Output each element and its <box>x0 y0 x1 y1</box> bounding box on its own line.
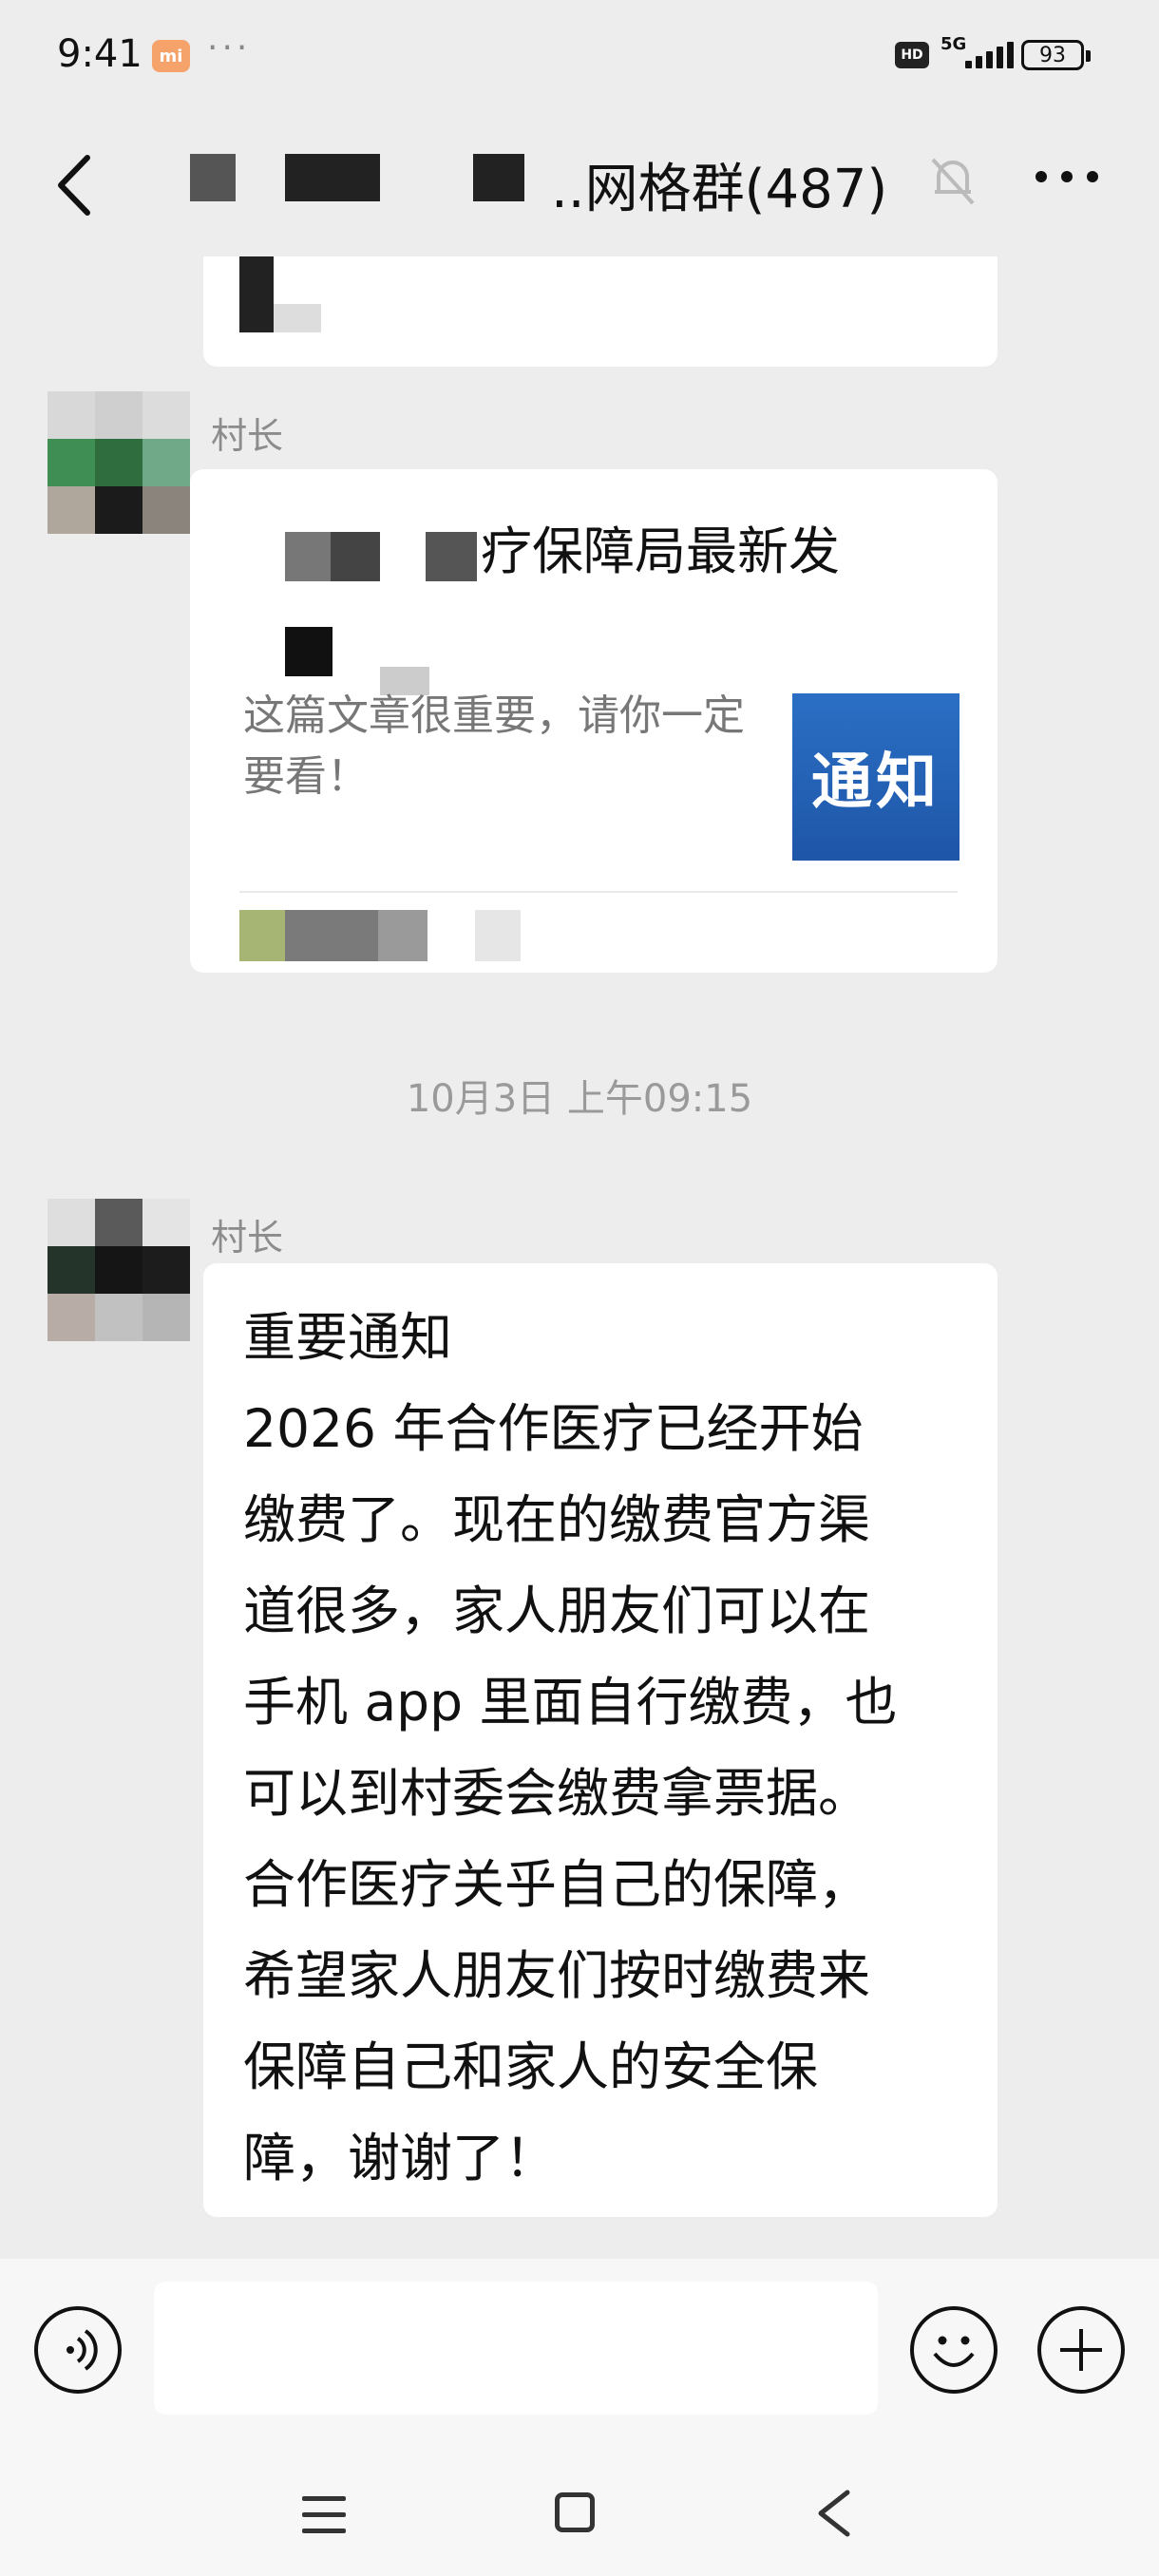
more-functions-button[interactable] <box>1037 2306 1125 2394</box>
voice-input-button[interactable] <box>34 2306 122 2394</box>
recent-apps-icon[interactable] <box>302 2496 346 2534</box>
input-bar <box>0 2259 1159 2449</box>
network-type: 5G <box>940 34 967 54</box>
chat-header: ..网格群(487) <box>0 114 1159 256</box>
card-description: 这篇文章很重要，请你一定要看！ <box>243 691 745 801</box>
back-icon[interactable] <box>49 152 103 218</box>
mute-bell-icon <box>931 158 975 205</box>
system-back-icon[interactable] <box>815 2489 853 2538</box>
notice-message-text: 重要通知 2026 年合作医疗已经开始 缴费了。现在的缴费官方渠 道很多，家人朋… <box>243 1307 898 2188</box>
avatar[interactable] <box>48 1199 190 1341</box>
status-time: 9:41 <box>57 32 142 76</box>
more-options-icon[interactable] <box>1036 171 1098 186</box>
home-icon[interactable] <box>555 2492 595 2532</box>
emoji-button[interactable] <box>910 2306 998 2394</box>
avatar[interactable] <box>48 391 190 534</box>
battery-icon: 93 <box>1021 40 1091 70</box>
message-timestamp: 10月3日 上午09:15 <box>406 1077 753 1121</box>
sender-name: 村长 <box>211 415 284 457</box>
chat-title[interactable]: ..网格群(487) <box>551 146 887 223</box>
hd-icon: HD <box>895 42 929 68</box>
sender-name: 村长 <box>211 1217 284 1259</box>
emoji-icon <box>933 2336 975 2367</box>
system-navigation-bar <box>0 2449 1159 2576</box>
signal-icon <box>965 42 1014 68</box>
mi-app-icon: mi <box>152 40 190 72</box>
card-title: 疗保障局最新发 <box>481 521 840 581</box>
status-bar: 9:41 mi ··· HD 5G 93 <box>0 0 1159 114</box>
more-notifications-icon: ··· <box>207 28 252 67</box>
card-thumbnail: 通知 <box>792 693 960 861</box>
card-divider <box>239 891 958 893</box>
voice-icon <box>66 2329 98 2371</box>
message-input[interactable] <box>154 2282 878 2415</box>
previous-message-bubble[interactable] <box>203 256 998 367</box>
plus-icon <box>1060 2329 1102 2371</box>
